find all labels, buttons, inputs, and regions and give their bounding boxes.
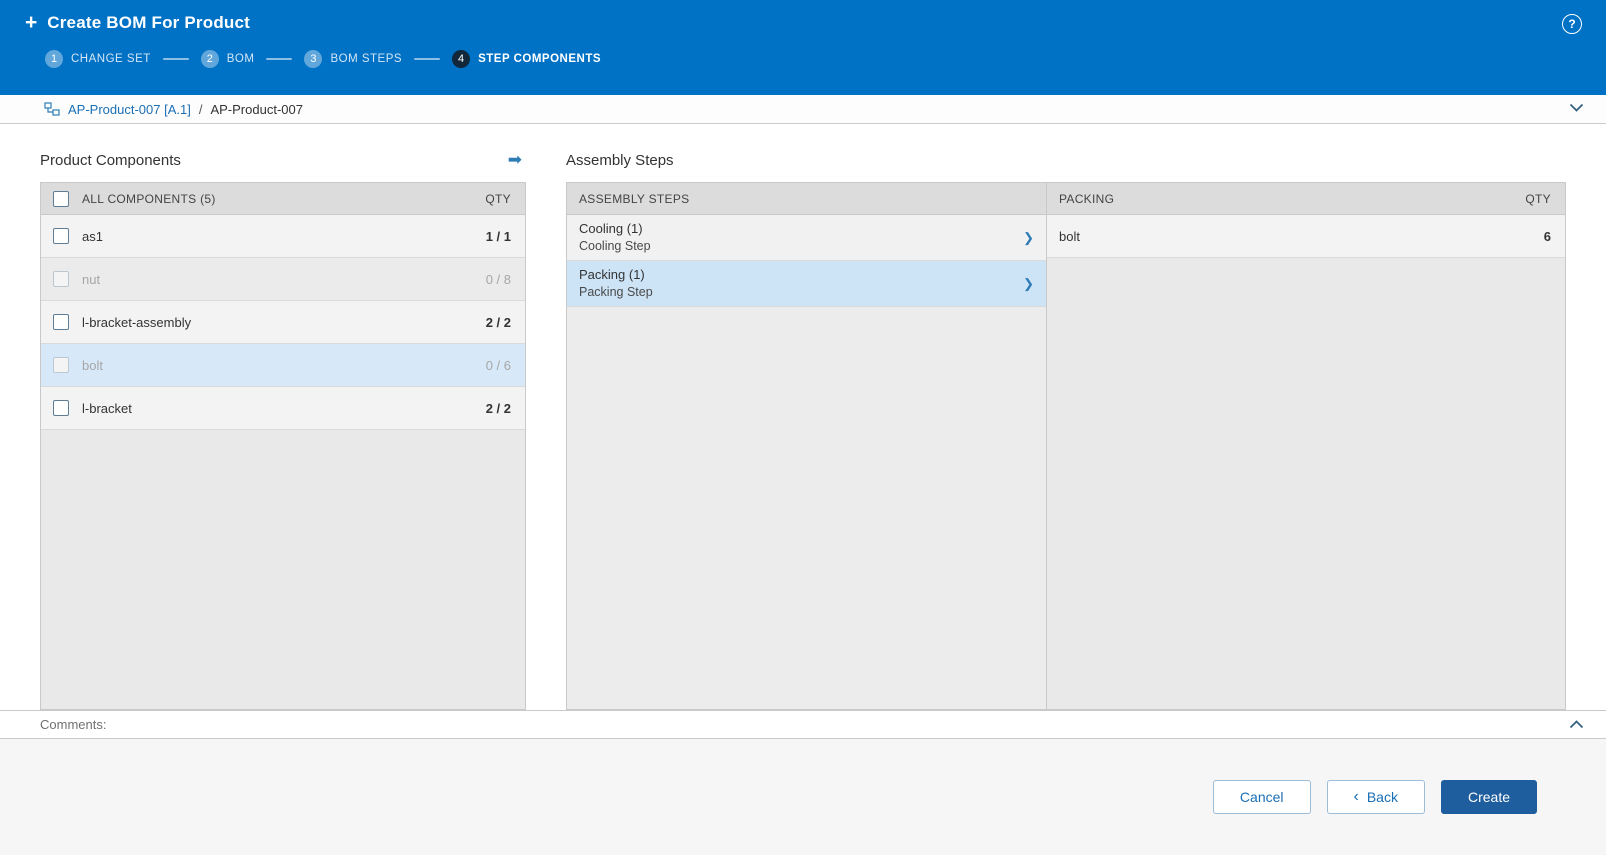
title-row: + Create BOM For Product ?	[25, 11, 1606, 34]
components-title-row: Product Components ➡	[40, 146, 526, 174]
step-title: Cooling (1)	[579, 221, 643, 236]
component-row-as1[interactable]: as1 1 / 1	[41, 215, 525, 258]
packing-column-header: PACKING QTY	[1047, 183, 1565, 215]
assembly-steps-column-header: ASSEMBLY STEPS	[567, 183, 1046, 215]
chevron-up-icon[interactable]	[1569, 720, 1584, 729]
step-number-badge: 3	[304, 50, 323, 68]
packing-column: PACKING QTY bolt 6	[1047, 183, 1565, 709]
component-name: as1	[82, 228, 103, 244]
step-subtitle: Packing Step	[579, 285, 653, 299]
component-row-bolt: bolt 0 / 6	[41, 344, 525, 387]
component-qty: 1 / 1	[485, 228, 511, 244]
comments-label: Comments:	[40, 717, 107, 732]
row-checkbox	[53, 271, 69, 287]
assembly-title-row: Assembly Steps	[566, 146, 1566, 174]
help-icon[interactable]: ?	[1562, 14, 1582, 34]
step-label: BOM	[226, 53, 255, 65]
product-components-panel: Product Components ➡ ALL COMPONENTS (5) …	[40, 146, 526, 710]
step-number-badge: 1	[45, 50, 63, 68]
assembly-steps-column: ASSEMBLY STEPS Cooling (1) Cooling Step …	[567, 183, 1047, 709]
add-to-step-arrow-icon[interactable]: ➡	[508, 150, 522, 170]
row-checkbox[interactable]	[53, 314, 69, 330]
chevron-right-icon[interactable]: ❯	[1023, 230, 1034, 246]
chevron-right-icon[interactable]: ❯	[1023, 276, 1034, 292]
page-title: Create BOM For Product	[47, 12, 251, 32]
select-all-checkbox[interactable]	[53, 190, 69, 207]
plus-icon: +	[25, 11, 38, 34]
assembly-panel-title: Assembly Steps	[566, 151, 674, 169]
cancel-button[interactable]: Cancel	[1212, 780, 1311, 814]
qty-header: QTY	[485, 191, 511, 206]
comments-bar: Comments:	[0, 710, 1606, 739]
top-header: + Create BOM For Product ? 1 CHANGE SET …	[0, 0, 1606, 95]
components-table-header: ALL COMPONENTS (5) QTY	[41, 183, 525, 215]
step-number-badge: 2	[200, 50, 219, 68]
wizard-steps: 1 CHANGE SET 2 BOM 3 BOM STEPS 4 STEP CO…	[45, 50, 1606, 68]
main-content: Product Components ➡ ALL COMPONENTS (5) …	[0, 124, 1606, 710]
component-qty: 0 / 6	[485, 357, 511, 373]
packing-row-bolt[interactable]: bolt 6	[1047, 215, 1565, 258]
wizard-step-bom[interactable]: 2 BOM	[200, 50, 255, 68]
assembly-steps-panel: Assembly Steps ASSEMBLY STEPS Cooling (1…	[566, 146, 1566, 710]
packing-component-qty: 6	[1543, 228, 1551, 244]
breadcrumb: AP-Product-007 [A.1] / AP-Product-007	[0, 95, 1606, 124]
packing-qty-header: QTY	[1525, 191, 1551, 206]
step-title: Packing (1)	[579, 267, 645, 282]
assembly-step-row-packing[interactable]: Packing (1) Packing Step ❯	[567, 261, 1046, 307]
row-checkbox[interactable]	[53, 400, 69, 416]
breadcrumb-current: AP-Product-007	[210, 101, 303, 117]
chevron-down-icon[interactable]	[1569, 103, 1584, 112]
wizard-step-step-components[interactable]: 4 STEP COMPONENTS	[452, 50, 601, 68]
step-label: CHANGE SET	[71, 53, 151, 65]
component-qty: 2 / 2	[485, 400, 511, 416]
component-qty: 0 / 8	[485, 271, 511, 287]
assembly-step-row-cooling[interactable]: Cooling (1) Cooling Step ❯	[567, 215, 1046, 261]
step-connector	[162, 58, 189, 60]
footer-actions: Cancel ‹ Back Create	[0, 739, 1606, 855]
row-checkbox[interactable]	[53, 228, 69, 244]
component-row-l-bracket-assembly[interactable]: l-bracket-assembly 2 / 2	[41, 301, 525, 344]
back-button[interactable]: ‹ Back	[1326, 780, 1425, 814]
components-header-label: ALL COMPONENTS (5)	[82, 191, 216, 206]
packing-header-label: PACKING	[1059, 191, 1115, 206]
wizard-step-change-set[interactable]: 1 CHANGE SET	[45, 50, 151, 68]
component-name: l-bracket-assembly	[82, 314, 192, 330]
component-name: nut	[82, 271, 101, 287]
step-subtitle: Cooling Step	[579, 239, 651, 253]
row-checkbox	[53, 357, 69, 373]
component-name: bolt	[82, 357, 103, 373]
breadcrumb-link[interactable]: AP-Product-007 [A.1]	[68, 102, 191, 117]
step-label: BOM STEPS	[330, 53, 403, 65]
step-connector	[414, 58, 441, 60]
wizard-step-bom-steps[interactable]: 3 BOM STEPS	[304, 50, 402, 68]
step-label: STEP COMPONENTS	[478, 53, 602, 65]
back-button-label: Back	[1366, 789, 1398, 805]
create-button[interactable]: Create	[1440, 780, 1537, 814]
step-connector	[266, 58, 293, 60]
component-row-nut: nut 0 / 8	[41, 258, 525, 301]
packing-component-name: bolt	[1059, 228, 1080, 244]
assembly-steps-header-label: ASSEMBLY STEPS	[579, 191, 690, 206]
components-panel-title: Product Components	[40, 151, 181, 169]
chevron-left-icon: ‹	[1353, 788, 1359, 805]
component-qty: 2 / 2	[485, 314, 511, 330]
component-name: l-bracket	[82, 400, 132, 416]
bom-structure-icon	[44, 102, 60, 116]
step-number-badge: 4	[452, 50, 471, 68]
component-row-l-bracket[interactable]: l-bracket 2 / 2	[41, 387, 525, 430]
breadcrumb-separator: /	[198, 101, 203, 117]
components-table: ALL COMPONENTS (5) QTY as1 1 / 1 nut 0 /…	[40, 182, 526, 710]
assembly-steps-table: ASSEMBLY STEPS Cooling (1) Cooling Step …	[566, 182, 1566, 710]
